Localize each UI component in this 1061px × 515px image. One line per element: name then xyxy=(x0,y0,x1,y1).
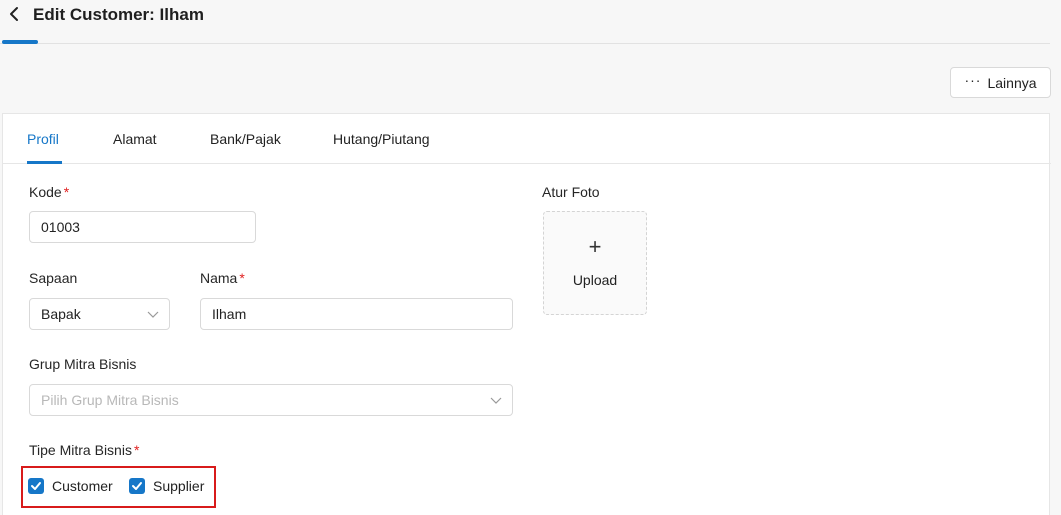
tipe-label: Tipe Mitra Bisnis * xyxy=(29,442,140,458)
more-options-label: Lainnya xyxy=(987,74,1037,91)
tab-hutang-piutang[interactable]: Hutang/Piutang xyxy=(333,131,430,147)
more-options-button[interactable]: ··· Lainnya xyxy=(950,67,1051,98)
tab-bar: Profil Alamat Bank/Pajak Hutang/Piutang xyxy=(3,114,1051,164)
tab-alamat[interactable]: Alamat xyxy=(113,131,157,147)
ellipsis-icon: ··· xyxy=(964,71,982,88)
required-marker: * xyxy=(239,270,245,286)
required-marker: * xyxy=(133,442,140,458)
chevron-down-icon xyxy=(490,397,502,404)
grup-label: Grup Mitra Bisnis xyxy=(29,356,137,372)
sapaan-label: Sapaan xyxy=(29,270,78,286)
sapaan-value: Bapak xyxy=(41,306,81,322)
supplier-checkbox[interactable] xyxy=(129,478,145,494)
nama-input[interactable]: Ilham xyxy=(200,298,513,330)
grup-select[interactable]: Pilih Grup Mitra Bisnis xyxy=(29,384,513,416)
upload-label: Upload xyxy=(572,272,618,288)
back-arrow-icon[interactable] xyxy=(6,4,24,24)
check-icon xyxy=(31,482,41,490)
customer-form-card: Profil Alamat Bank/Pajak Hutang/Piutang … xyxy=(2,113,1051,515)
plus-icon: + xyxy=(588,234,602,259)
photo-upload-button[interactable]: + Upload xyxy=(543,211,647,315)
customer-checkbox[interactable] xyxy=(28,478,44,494)
header-accent-bar xyxy=(2,40,38,44)
supplier-checkbox-label[interactable]: Supplier xyxy=(153,478,204,494)
tab-profil[interactable]: Profil xyxy=(27,131,59,147)
grup-placeholder: Pilih Grup Mitra Bisnis xyxy=(41,392,179,408)
kode-input[interactable]: 01003 xyxy=(29,211,256,243)
photo-label: Atur Foto xyxy=(542,184,600,200)
chevron-down-icon xyxy=(147,311,159,318)
check-icon xyxy=(132,482,142,490)
header-divider xyxy=(0,43,1050,44)
tab-bank-pajak[interactable]: Bank/Pajak xyxy=(210,131,281,147)
active-tab-indicator xyxy=(27,161,62,164)
page-title: Edit Customer: Ilham xyxy=(33,5,204,24)
customer-checkbox-label[interactable]: Customer xyxy=(52,478,113,494)
page-header: Edit Customer: Ilham xyxy=(0,0,1061,44)
nama-label: Nama * xyxy=(200,270,245,286)
required-marker: * xyxy=(63,184,70,200)
kode-label: Kode * xyxy=(29,184,70,200)
sapaan-select[interactable]: Bapak xyxy=(29,298,170,330)
